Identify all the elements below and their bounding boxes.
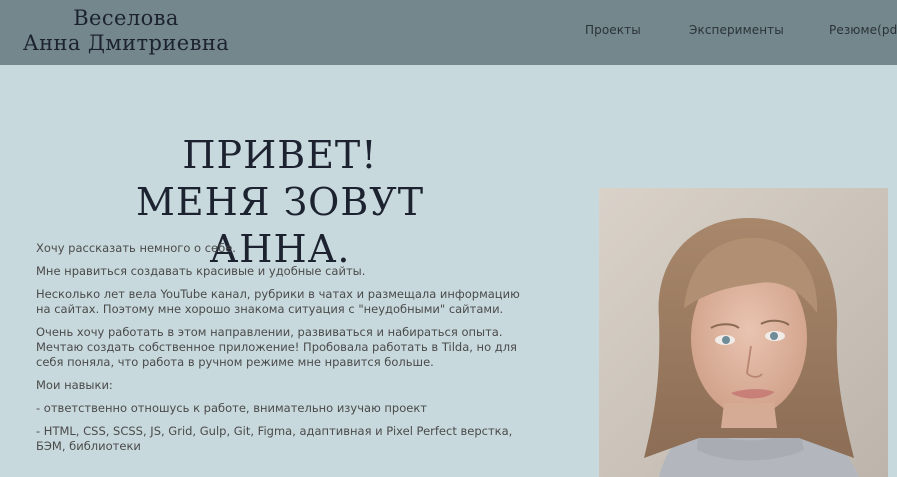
nav-link-experiments[interactable]: Эксперименты [689, 23, 784, 37]
about-paragraph: Очень хочу работать в этом направлении, … [36, 325, 517, 369]
site-logo[interactable]: Веселова Анна Дмитриевна [20, 6, 232, 56]
logo-surname: Веселова [73, 6, 179, 30]
about-paragraph: Мне нравиться создавать красивые и удобн… [36, 264, 366, 278]
about-paragraph: Несколько лет вела YouTube канал, рубрик… [36, 287, 520, 316]
portrait-photo [599, 188, 888, 477]
skills-heading: Мои навыки: [36, 378, 113, 392]
hero-title-line1: ПРИВЕТ! [182, 133, 378, 177]
skill-item: - ответственно отношусь к работе, внимат… [36, 401, 427, 415]
nav-link-projects[interactable]: Проекты [585, 23, 641, 37]
about-text: Хочу рассказать немного о себе. Мне нрав… [36, 241, 526, 462]
skill-item: - HTML, CSS, SCSS, JS, Grid, Gulp, Git, … [36, 424, 513, 453]
site-header: Веселова Анна Дмитриевна Проекты Экспери… [0, 0, 897, 65]
logo-name: Анна Дмитриевна [22, 31, 230, 55]
nav-link-resume[interactable]: Резюме(pdf [829, 23, 897, 37]
portrait-illustration [599, 188, 888, 477]
about-paragraph: Хочу рассказать немного о себе. [36, 241, 236, 255]
